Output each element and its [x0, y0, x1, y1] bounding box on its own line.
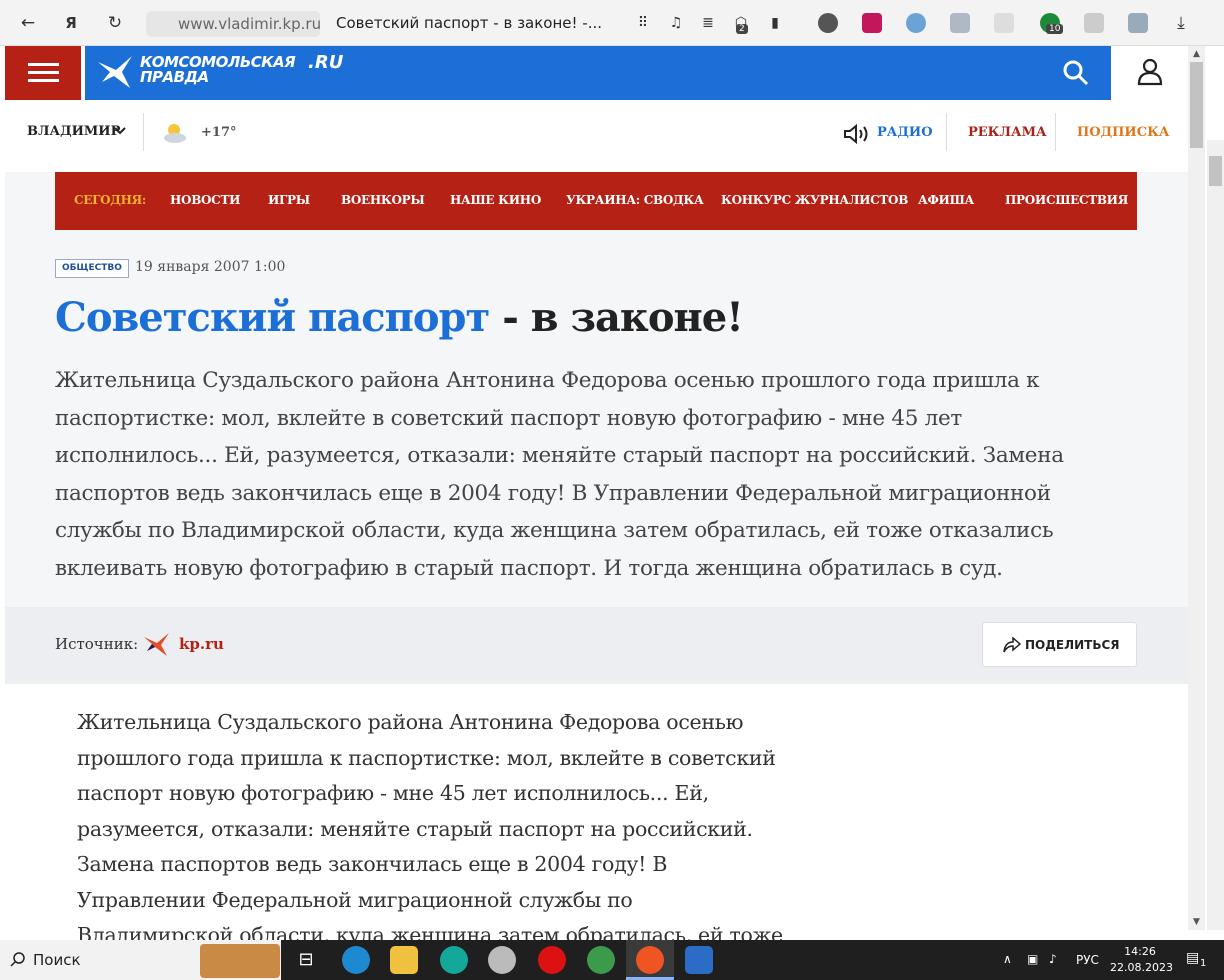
- task-view-icon[interactable]: ⊟: [292, 946, 320, 974]
- kp-ru-logo: .RU: [308, 52, 344, 73]
- kp-bird-icon: [144, 633, 169, 656]
- radio-link[interactable]: РАДИО: [877, 125, 933, 140]
- volume-icon[interactable]: ♪: [1049, 952, 1057, 966]
- headphones-icon[interactable]: ♫: [665, 12, 687, 34]
- nav-item-incidents[interactable]: ПРОИСШЕСТВИЯ: [1005, 193, 1128, 207]
- address-bar[interactable]: www.vladimir.kp.ru: [146, 11, 321, 37]
- window-scrollbar-thumb[interactable]: [1209, 156, 1222, 186]
- yandex-icon[interactable]: Я: [60, 12, 82, 34]
- title-highlight: Советский паспорт: [55, 294, 490, 341]
- ads-link[interactable]: РЕКЛАМА: [968, 125, 1047, 140]
- extension-badge: 2: [736, 24, 748, 34]
- edge-legacy-icon[interactable]: [440, 946, 468, 974]
- rubric-tag[interactable]: ОБЩЕСТВО: [55, 259, 129, 278]
- explorer-icon[interactable]: [390, 946, 418, 974]
- kp-logo-icon[interactable]: [96, 52, 136, 92]
- edge-icon[interactable]: [342, 946, 370, 974]
- page-scrollbar[interactable]: [1188, 46, 1205, 930]
- nav-item-afisha[interactable]: АФИША: [918, 193, 974, 207]
- source-link[interactable]: kp.ru: [179, 635, 224, 653]
- taskbar-search-text: Поиск: [33, 951, 81, 969]
- window-scrollbar[interactable]: [1207, 140, 1224, 930]
- ext-circle-icon[interactable]: [818, 13, 838, 33]
- share-button[interactable]: ПОДЕЛИТЬСЯ: [982, 622, 1137, 667]
- clock-time: 14:26: [1124, 945, 1156, 958]
- tabs-icon[interactable]: ⠿: [632, 12, 654, 34]
- article-lead: Жительница Суздальского района Антонина …: [55, 368, 1064, 581]
- search-icon[interactable]: [1062, 59, 1090, 87]
- nav-item-cinema[interactable]: НАШЕ КИНО: [450, 193, 541, 207]
- nav-item-ukraine[interactable]: УКРАИНА: СВОДКА: [566, 193, 704, 207]
- ext-cloud-icon[interactable]: [906, 13, 926, 33]
- ext-shield-badge: 10: [1046, 24, 1064, 34]
- divider: [143, 113, 144, 151]
- nav-today-label: СЕГОДНЯ:: [74, 193, 147, 207]
- photos-icon[interactable]: [685, 946, 713, 974]
- colosseum-icon: [200, 944, 280, 978]
- article-date: 19 января 2007 1:00: [135, 259, 286, 275]
- ext-puzzle-icon[interactable]: [994, 13, 1014, 33]
- language-indicator[interactable]: РУС: [1076, 953, 1099, 967]
- temperature: +17°: [201, 125, 237, 140]
- notification-icon[interactable]: ▤: [1186, 950, 1199, 966]
- tab-title[interactable]: Советский паспорт - в законе! -...: [336, 14, 602, 32]
- paint-icon[interactable]: [488, 946, 516, 974]
- reload-icon[interactable]: ↻: [104, 12, 126, 34]
- bookmark-icon[interactable]: ▮: [764, 12, 786, 34]
- chevron-down-icon[interactable]: [113, 124, 127, 138]
- scrollbar-thumb[interactable]: [1190, 62, 1203, 148]
- clock[interactable]: 14:26 22.08.2023: [1110, 944, 1173, 976]
- ext-page-icon[interactable]: [1128, 13, 1148, 33]
- nav-item-contest[interactable]: КОНКУРС ЖУРНАЛИСТОВ: [721, 193, 908, 207]
- weather-icon: [164, 124, 186, 143]
- tray-device-icon[interactable]: ▣: [1027, 952, 1038, 966]
- nav-item-voenkory[interactable]: ВОЕНКОРЫ: [341, 193, 425, 207]
- scroll-up-icon[interactable]: ▲: [1188, 46, 1205, 62]
- tray-chevron-icon[interactable]: ∧: [1003, 952, 1012, 966]
- notification-count: 1: [1200, 958, 1207, 969]
- subscription-link[interactable]: ПОДПИСКА: [1077, 125, 1169, 140]
- taskbar-search-icon: [10, 952, 25, 967]
- user-icon[interactable]: [1136, 57, 1164, 87]
- source-label: Источник:: [55, 635, 139, 653]
- share-label: ПОДЕЛИТЬСЯ: [1025, 638, 1120, 652]
- kp-logo[interactable]: КОМСОМОЛЬСКАЯ ПРАВДА: [140, 55, 296, 86]
- divider: [1055, 113, 1056, 151]
- yandex-browser-icon[interactable]: [636, 946, 664, 974]
- city-selector[interactable]: ВЛАДИМИР: [27, 124, 120, 139]
- share-icon: [1003, 637, 1021, 653]
- article-title: Советский паспорт - в законе!: [55, 294, 744, 341]
- title-rest: - в законе!: [489, 294, 744, 341]
- download-icon[interactable]: ⤓: [1170, 12, 1192, 34]
- chrome-icon[interactable]: [587, 946, 615, 974]
- opera-icon[interactable]: [538, 946, 566, 974]
- ext-key-icon[interactable]: [862, 13, 882, 33]
- menu-button[interactable]: [5, 46, 81, 100]
- logo-line2: ПРАВДА: [140, 68, 209, 86]
- divider: [946, 113, 947, 151]
- nav-item-news[interactable]: НОВОСТИ: [170, 193, 240, 207]
- clock-date: 22.08.2023: [1110, 961, 1173, 974]
- article-body: Жительница Суздальского района Антонина …: [77, 710, 783, 980]
- speaker-icon[interactable]: [843, 124, 871, 144]
- ext-mail-icon[interactable]: [950, 13, 970, 33]
- ext-collections-icon[interactable]: [1084, 13, 1104, 33]
- back-icon[interactable]: ←: [17, 12, 39, 34]
- scroll-down-icon[interactable]: ▼: [1188, 914, 1205, 930]
- reader-icon[interactable]: ≣: [697, 12, 719, 34]
- nav-item-games[interactable]: ИГРЫ: [268, 193, 310, 207]
